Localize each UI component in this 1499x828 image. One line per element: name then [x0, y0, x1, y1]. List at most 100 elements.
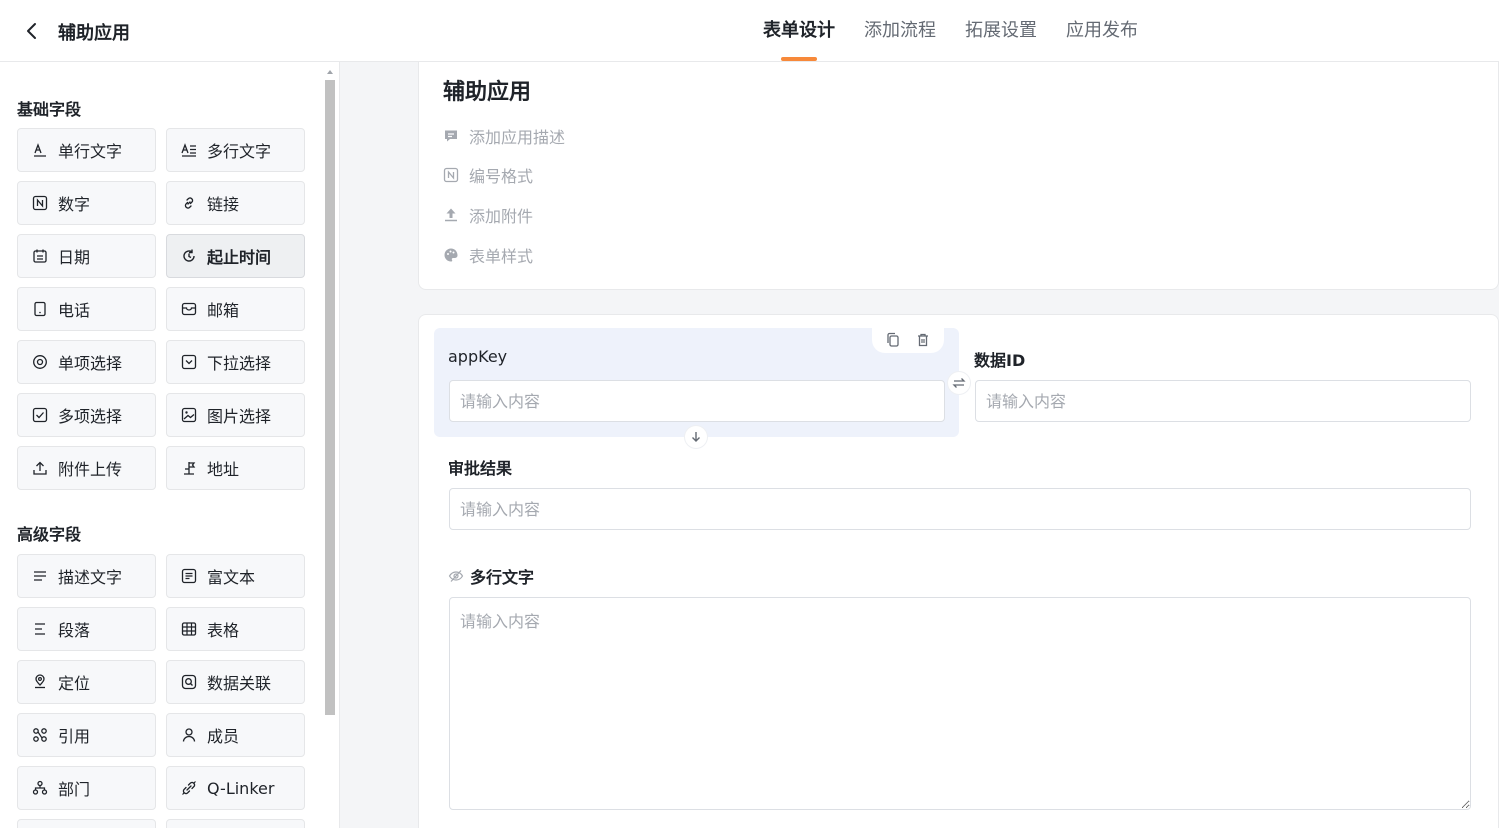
- field-toolbar: [872, 327, 944, 353]
- address-icon: [181, 460, 197, 476]
- scroll-up-arrow-icon[interactable]: [327, 70, 333, 74]
- field-label: 附件上传: [58, 460, 123, 479]
- delete-icon[interactable]: [915, 332, 931, 348]
- eye-off-icon: [448, 568, 464, 584]
- copy-icon[interactable]: [885, 332, 901, 348]
- field-label-multi-line: 多行文字: [448, 564, 534, 588]
- checkbox-icon: [32, 407, 48, 423]
- field-label: 日期: [58, 248, 91, 267]
- field-dropdown[interactable]: 下拉选择: [166, 340, 305, 384]
- field-rich-text[interactable]: 富文本: [166, 554, 305, 598]
- field-link[interactable]: 链接: [166, 181, 305, 225]
- field-table[interactable]: 表格: [166, 607, 305, 651]
- field-q-linker[interactable]: Q-Linker: [166, 766, 305, 810]
- number-icon: [32, 195, 48, 211]
- field-label: 引用: [58, 727, 91, 746]
- image-icon: [181, 407, 197, 423]
- basic-fields-title: 基础字段: [17, 100, 82, 119]
- field-member[interactable]: 成员: [166, 713, 305, 757]
- form-name[interactable]: 辅助应用: [443, 74, 531, 106]
- top-header: 辅助应用 表单设计 添加流程 拓展设置 应用发布: [0, 0, 1499, 62]
- add-app-description[interactable]: 添加应用描述: [443, 124, 565, 148]
- field-multi-choice[interactable]: 多项选择: [17, 393, 156, 437]
- back-button[interactable]: [20, 18, 44, 44]
- paragraph-icon: [32, 621, 48, 637]
- data-link-icon: [181, 674, 197, 690]
- advanced-fields-title: 高级字段: [17, 525, 82, 544]
- add-attachment[interactable]: 添加附件: [443, 203, 533, 227]
- tab-form-design[interactable]: 表单设计: [763, 0, 835, 62]
- multi-line-label-text: 多行文字: [470, 568, 535, 587]
- info-item-label: 添加应用描述: [469, 128, 566, 147]
- field-label-approval-result: 审批结果: [448, 459, 513, 478]
- field-address[interactable]: 地址: [166, 446, 305, 490]
- table-icon: [181, 621, 197, 637]
- form-canvas-card: appKey 数据ID 审批结果 多行文字: [418, 314, 1499, 828]
- field-palette-panel: 基础字段 单行文字 多行文字 数字 链接 日期 起止时间 电话 邮箱 单项选择 …: [0, 62, 340, 828]
- data-id-input[interactable]: [975, 380, 1471, 422]
- reference-icon: [32, 727, 48, 743]
- location-icon: [32, 674, 48, 690]
- link-icon: [181, 195, 197, 211]
- field-paragraph[interactable]: 段落: [17, 607, 156, 651]
- field-label: Q-Linker: [207, 778, 275, 798]
- upload-arrow-icon: [443, 207, 459, 223]
- move-down-handle[interactable]: [685, 426, 707, 448]
- app-title: 辅助应用: [58, 23, 130, 44]
- tab-add-process[interactable]: 添加流程: [864, 0, 936, 62]
- field-label: 地址: [207, 460, 240, 479]
- upload-icon: [32, 460, 48, 476]
- field-location[interactable]: 定位: [17, 660, 156, 704]
- field-label: 单项选择: [58, 354, 123, 373]
- field-image-choice[interactable]: 图片选择: [166, 393, 305, 437]
- field-data-link[interactable]: 数据关联: [166, 660, 305, 704]
- field-label-data-id: 数据ID: [974, 351, 1026, 370]
- swap-handle[interactable]: [948, 372, 970, 394]
- field-label: 电话: [58, 301, 91, 320]
- department-icon: [32, 780, 48, 796]
- field-time-range[interactable]: 起止时间: [166, 234, 305, 278]
- field-label: 描述文字: [58, 568, 123, 587]
- field-more-2[interactable]: [166, 819, 305, 828]
- number-format-icon: [443, 167, 459, 183]
- field-date[interactable]: 日期: [17, 234, 156, 278]
- chevron-left-icon: [27, 23, 36, 39]
- palette-scrollbar[interactable]: [324, 70, 336, 828]
- field-label: 起止时间: [207, 248, 272, 267]
- field-label: 定位: [58, 674, 91, 693]
- field-label: 富文本: [207, 568, 256, 587]
- field-label: 单行文字: [58, 142, 123, 161]
- multi-line-text-icon: [181, 142, 197, 158]
- field-label: 邮箱: [207, 301, 240, 320]
- info-item-label: 表单样式: [469, 247, 534, 266]
- description-icon: [32, 568, 48, 584]
- form-style[interactable]: 表单样式: [443, 243, 533, 267]
- field-label: 数字: [58, 195, 91, 214]
- tab-extension-settings[interactable]: 拓展设置: [965, 0, 1037, 62]
- multi-line-textarea[interactable]: [449, 597, 1471, 810]
- appkey-input[interactable]: [449, 380, 945, 422]
- dropdown-icon: [181, 354, 197, 370]
- field-label: 成员: [207, 727, 240, 746]
- rich-text-icon: [181, 568, 197, 584]
- field-mailbox[interactable]: 邮箱: [166, 287, 305, 331]
- field-department[interactable]: 部门: [17, 766, 156, 810]
- field-more-1[interactable]: [17, 819, 156, 828]
- field-label: 多项选择: [58, 407, 123, 426]
- radio-icon: [32, 354, 48, 370]
- field-label: 多行文字: [207, 142, 272, 161]
- field-attachment-upload[interactable]: 附件上传: [17, 446, 156, 490]
- field-single-choice[interactable]: 单项选择: [17, 340, 156, 384]
- field-label: 数据关联: [207, 674, 272, 693]
- field-number[interactable]: 数字: [17, 181, 156, 225]
- tab-app-publish[interactable]: 应用发布: [1066, 0, 1138, 62]
- field-single-line-text[interactable]: 单行文字: [17, 128, 156, 172]
- scroll-thumb[interactable]: [325, 80, 335, 715]
- approval-result-input[interactable]: [449, 488, 1471, 530]
- field-phone[interactable]: 电话: [17, 287, 156, 331]
- field-multi-line-text[interactable]: 多行文字: [166, 128, 305, 172]
- number-format[interactable]: 编号格式: [443, 163, 533, 187]
- field-description-text[interactable]: 描述文字: [17, 554, 156, 598]
- field-reference[interactable]: 引用: [17, 713, 156, 757]
- single-line-text-icon: [32, 142, 48, 158]
